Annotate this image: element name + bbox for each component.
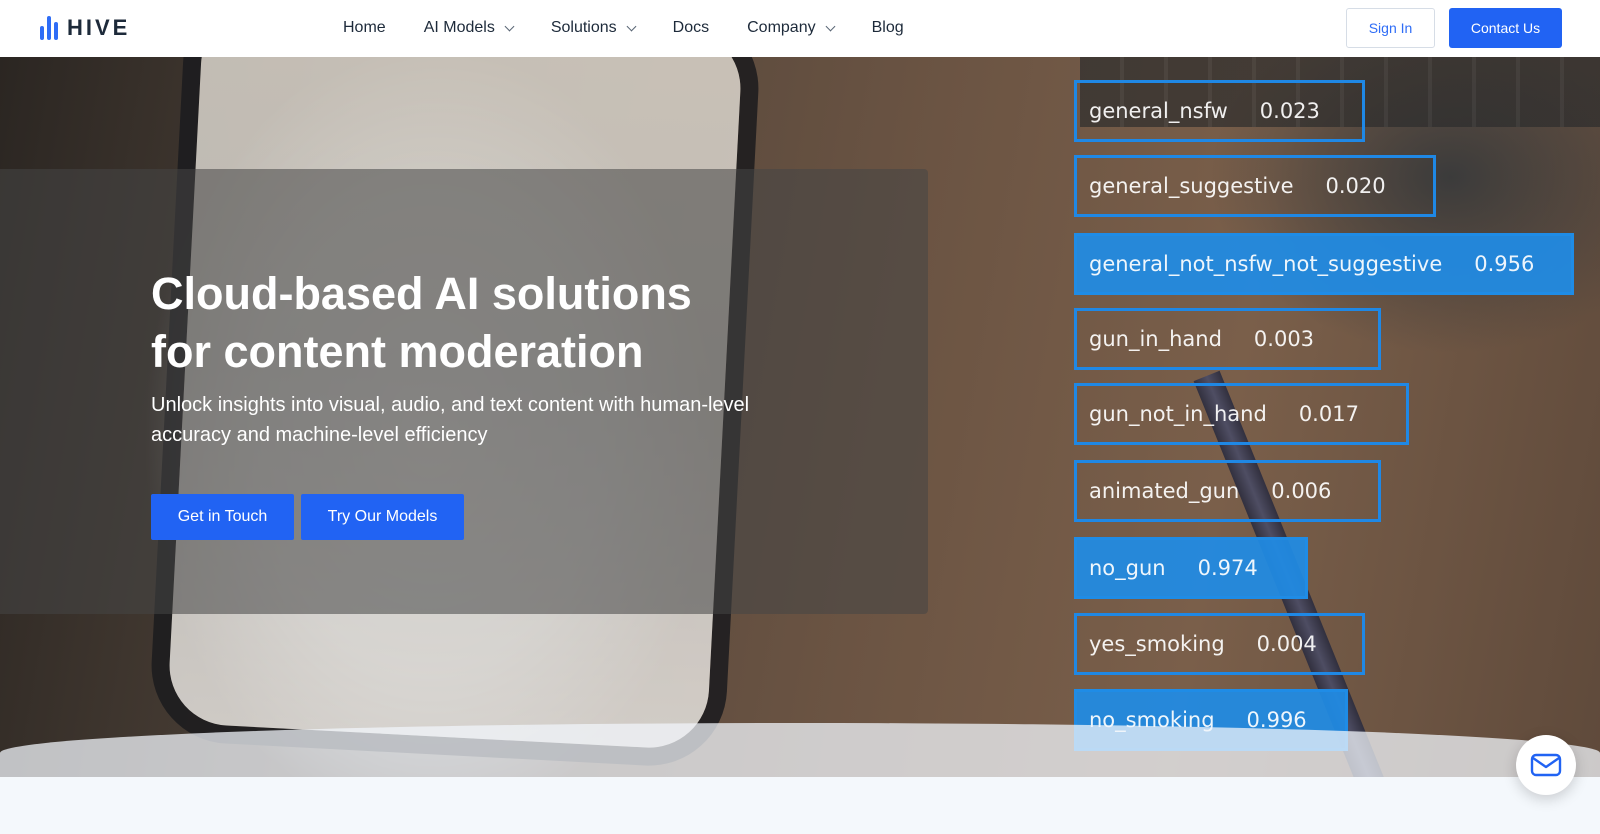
chevron-down-icon xyxy=(504,21,515,31)
chevron-down-icon xyxy=(825,21,836,31)
nav-item-ai-models[interactable]: AI Models xyxy=(423,17,515,39)
nav-label: AI Models xyxy=(423,19,495,36)
nav-item-company[interactable]: Company xyxy=(747,17,836,39)
label-name: general_nsfw xyxy=(1089,99,1228,123)
nav-item-blog[interactable]: Blog xyxy=(872,17,904,39)
label-score: 0.003 xyxy=(1253,327,1315,351)
classification-label: animated_gun 0.006 xyxy=(1074,460,1381,522)
nav-label: Company xyxy=(747,19,816,36)
label-name: gun_in_hand xyxy=(1089,327,1222,351)
nav-item-docs[interactable]: Docs xyxy=(673,17,709,39)
classification-label: no_gun 0.974 xyxy=(1074,537,1308,599)
main-nav: Home AI Models Solutions Docs Company Bl… xyxy=(343,17,942,39)
label-name: general_not_nsfw_not_suggestive xyxy=(1089,252,1443,276)
chat-mail-button[interactable] xyxy=(1516,735,1576,795)
nav-item-solutions[interactable]: Solutions xyxy=(550,17,637,39)
label-name: general_suggestive xyxy=(1089,174,1294,198)
nav-label: Home xyxy=(343,19,386,36)
label-score: 0.020 xyxy=(1325,174,1386,198)
label-score: 0.023 xyxy=(1259,99,1320,123)
label-name: gun_not_in_hand xyxy=(1089,402,1267,426)
mail-icon xyxy=(1530,753,1562,777)
hero-title-line: Cloud-based AI solutions xyxy=(151,268,692,319)
classification-label: yes_smoking 0.004 xyxy=(1074,613,1365,675)
logo-text: HIVE xyxy=(67,15,131,40)
classification-label: general_not_nsfw_not_suggestive 0.956 xyxy=(1074,233,1574,295)
hero-section: Cloud-based AI solutions for content mod… xyxy=(0,57,1600,777)
sign-in-button[interactable]: Sign In xyxy=(1346,8,1435,48)
hive-logo-icon xyxy=(40,16,58,40)
chevron-down-icon xyxy=(626,21,637,31)
nav-item-home[interactable]: Home xyxy=(343,17,386,39)
nav-label: Blog xyxy=(871,19,904,36)
label-name: yes_smoking xyxy=(1089,632,1225,656)
hero-title: Cloud-based AI solutions for content mod… xyxy=(151,265,771,381)
classification-label: gun_not_in_hand 0.017 xyxy=(1074,383,1409,445)
classification-label: general_nsfw 0.023 xyxy=(1074,80,1365,142)
label-score: 0.974 xyxy=(1197,556,1258,580)
label-score: 0.006 xyxy=(1271,479,1332,503)
nav-label: Solutions xyxy=(550,19,617,36)
classification-label: gun_in_hand 0.003 xyxy=(1074,308,1381,370)
label-score: 0.956 xyxy=(1474,252,1535,276)
next-section-background xyxy=(0,777,1600,834)
nav-label: Docs xyxy=(672,19,710,36)
get-in-touch-button[interactable]: Get in Touch xyxy=(151,494,294,540)
hive-logo[interactable]: HIVE xyxy=(40,15,130,41)
contact-us-button[interactable]: Contact Us xyxy=(1449,8,1562,48)
label-name: animated_gun xyxy=(1089,479,1240,503)
site-header: HIVE Home AI Models Solutions Docs Compa… xyxy=(0,0,1600,57)
hero-title-line: for content moderation xyxy=(151,326,644,377)
hero-subtitle: Unlock insights into visual, audio, and … xyxy=(151,394,750,446)
label-score: 0.004 xyxy=(1256,632,1317,656)
label-name: no_gun xyxy=(1089,556,1166,580)
label-score: 0.017 xyxy=(1298,402,1359,426)
hero-bottom-wave xyxy=(0,723,1600,783)
classification-label: general_suggestive 0.020 xyxy=(1074,155,1436,217)
try-our-models-button[interactable]: Try Our Models xyxy=(301,494,464,540)
